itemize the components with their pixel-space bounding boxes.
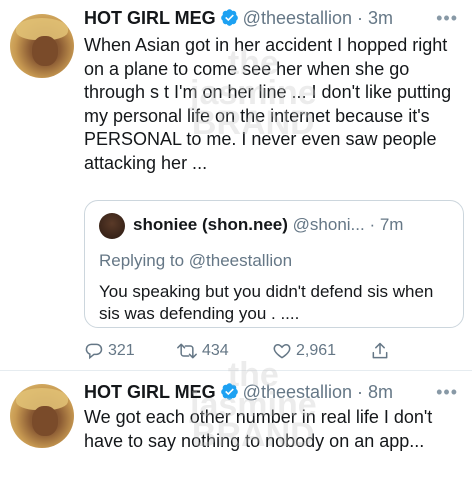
tweet-text: When Asian got in her accident I hopped …: [84, 35, 452, 173]
timestamp[interactable]: 8m: [368, 382, 393, 402]
like-count: 2,961: [296, 342, 337, 359]
reply-icon: [84, 341, 104, 361]
tweet[interactable]: HOT GIRL MEG @theestallion · 8m ••• We go…: [0, 374, 472, 486]
quoted-tweet-header: shoniee (shon.nee) @shoni... · 7m: [133, 215, 404, 234]
like-icon: [272, 341, 292, 361]
handle: @shoni...: [292, 215, 365, 234]
tweet-header: HOT GIRL MEG @theestallion · 8m: [84, 382, 393, 406]
verified-badge-icon: [220, 8, 239, 32]
handle[interactable]: @theestallion: [243, 8, 352, 28]
share-button[interactable]: [370, 341, 390, 361]
tweet-header: HOT GIRL MEG @theestallion · 3m: [84, 8, 393, 32]
avatar: [99, 213, 125, 239]
timestamp[interactable]: 3m: [368, 8, 393, 28]
like-button[interactable]: 2,961: [272, 341, 336, 361]
tweet[interactable]: HOT GIRL MEG @theestallion · 3m ••• When …: [0, 0, 472, 370]
share-icon: [370, 341, 390, 361]
display-name[interactable]: HOT GIRL MEG: [84, 8, 216, 28]
quoted-tweet[interactable]: shoniee (shon.nee) @shoni... · 7m Replyi…: [84, 200, 464, 328]
reply-button[interactable]: 321: [84, 341, 135, 361]
tweet-text: We got each other number in real life I …: [84, 407, 433, 451]
avatar[interactable]: [10, 14, 74, 78]
more-icon[interactable]: •••: [436, 8, 458, 29]
handle[interactable]: @theestallion: [243, 382, 352, 402]
more-icon[interactable]: •••: [436, 382, 458, 403]
reply-count: 321: [108, 342, 135, 359]
avatar[interactable]: [10, 384, 74, 448]
verified-badge-icon: [220, 382, 239, 406]
retweet-icon: [176, 341, 198, 361]
retweet-count: 434: [202, 342, 229, 359]
tweet-actions: 321 434 2,961: [84, 341, 464, 365]
quoted-tweet-text: You speaking but you didn't defend sis w…: [99, 282, 434, 323]
timestamp: 7m: [379, 215, 404, 234]
replying-to: Replying to @theestallion: [99, 251, 293, 270]
retweet-button[interactable]: 434: [176, 341, 229, 361]
display-name: shoniee (shon.nee): [133, 215, 288, 234]
display-name[interactable]: HOT GIRL MEG: [84, 382, 216, 402]
divider: [0, 370, 472, 371]
